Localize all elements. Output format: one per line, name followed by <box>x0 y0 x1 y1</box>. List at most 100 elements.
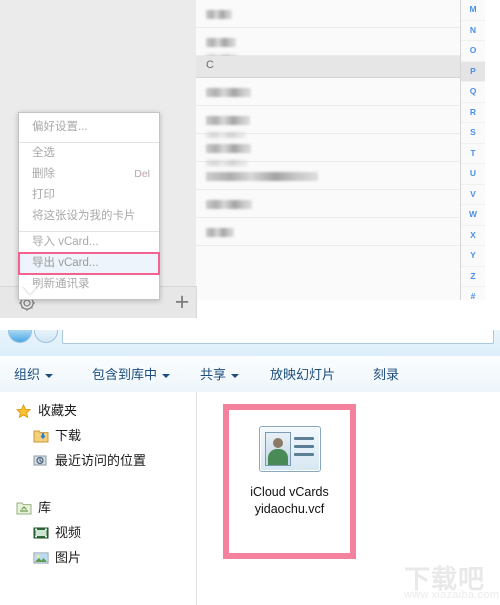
sidebar-item-label: 视频 <box>55 525 82 540</box>
windows-explorer-pane: 组织 包含到库中 共享 放映幻灯片 刻录 收藏夹下载最近访问的位置库视频图片 iClou… <box>0 330 500 605</box>
file-item-selected[interactable]: iCloud vCards yidaochu.vcf <box>223 404 356 559</box>
sidebar-item[interactable]: 最近访问的位置 <box>33 450 146 472</box>
vcard-text-line <box>294 445 314 448</box>
toolbar-item-label: 放映幻灯片 <box>270 367 336 382</box>
contact-name-redacted <box>206 172 318 182</box>
context-menu-item[interactable]: 导入 vCard... <box>19 231 159 253</box>
context-menu-item-label: 将这张设为我的卡片 <box>32 210 136 222</box>
chevron-down-icon <box>45 373 54 378</box>
alphabet-index-letter[interactable]: N <box>461 21 485 41</box>
toolbar-item[interactable]: 共享 <box>200 365 240 385</box>
explorer-navigation-pane[interactable]: 收藏夹下载最近访问的位置库视频图片 <box>0 392 197 605</box>
contacts-section-letter: C <box>206 59 214 71</box>
chevron-down-icon <box>231 373 240 378</box>
contact-name-redacted <box>206 88 251 98</box>
alphabet-index-letter[interactable]: R <box>461 103 485 123</box>
contact-row[interactable] <box>196 190 460 218</box>
vcard-photo-body <box>268 449 288 465</box>
back-arrow-icon[interactable] <box>8 330 32 343</box>
file-name-label: iCloud vCards yidaochu.vcf <box>233 484 346 518</box>
pictures-icon <box>33 550 50 566</box>
sidebar-item-label: 最近访问的位置 <box>55 453 147 468</box>
contact-name-redacted <box>206 228 234 238</box>
sidebar-item[interactable]: 图片 <box>33 547 81 569</box>
context-menu-item[interactable]: 删除 Del <box>19 164 159 185</box>
contacts-list[interactable]: C <box>196 0 461 300</box>
chevron-down-icon <box>162 373 171 378</box>
file-name-line-2: yidaochu.vcf <box>254 502 325 516</box>
context-menu-item-label: 全选 <box>32 147 55 159</box>
sidebar-item-label: 下载 <box>55 428 82 443</box>
context-menu-item-label: 导出 vCard... <box>32 257 99 269</box>
alphabet-index[interactable]: M N O P Q R S T U V W X Y Z # <box>461 0 485 308</box>
contact-name-redacted <box>206 200 252 210</box>
contact-row[interactable] <box>196 0 460 28</box>
context-menu-item-label: 偏好设置... <box>32 121 88 133</box>
contacts-list-shadow <box>196 300 485 318</box>
contact-row[interactable] <box>196 106 460 138</box>
alphabet-index-letter[interactable]: X <box>461 226 485 246</box>
sidebar-item[interactable]: 视频 <box>33 522 81 544</box>
alphabet-index-letter[interactable]: W <box>461 205 485 226</box>
toolbar-item-label: 共享 <box>200 367 227 382</box>
context-menu-item[interactable]: 偏好设置... <box>19 117 159 138</box>
contact-row[interactable] <box>196 162 460 190</box>
explorer-navigation-bar <box>0 330 500 357</box>
contact-row[interactable] <box>196 78 460 106</box>
address-bar[interactable] <box>62 330 494 344</box>
explorer-command-toolbar[interactable]: 组织 包含到库中 共享 放映幻灯片 刻录 <box>0 356 500 393</box>
context-menu-item[interactable]: 刷新通讯录 <box>19 274 159 295</box>
alphabet-index-letter[interactable]: P <box>461 61 485 82</box>
contacts-app-pane: C M N O P Q R S T U V W X Y Z # + 偏好设置... 全选删除 Del 打印将这张设… <box>0 0 500 318</box>
context-menu-item[interactable]: 将这张设为我的卡片 <box>19 206 159 227</box>
contacts-section-header: C <box>196 56 460 78</box>
file-name-line-1: iCloud vCards <box>250 485 329 499</box>
contact-row[interactable] <box>196 28 460 60</box>
alphabet-index-letter[interactable]: S <box>461 123 485 144</box>
vcard-contact-icon <box>259 426 321 472</box>
contact-row[interactable] <box>196 134 460 166</box>
context-menu-item[interactable]: 打印 <box>19 185 159 206</box>
library-folder-icon <box>16 500 33 516</box>
vcard-photo <box>265 432 291 466</box>
screenshot-divider <box>0 318 500 330</box>
alphabet-index-letter[interactable]: Y <box>461 246 485 267</box>
toolbar-item[interactable]: 组织 <box>14 365 54 385</box>
context-menu-item[interactable]: 全选 <box>19 142 159 164</box>
vcard-photo-head <box>273 438 283 448</box>
sidebar-group-label: 收藏夹 <box>38 403 78 418</box>
contacts-context-menu[interactable]: 偏好设置... 全选删除 Del 打印将这张设为我的卡片导入 vCard... 导出 v… <box>18 112 160 300</box>
alphabet-index-letter[interactable]: Q <box>461 82 485 103</box>
contact-name-redacted <box>206 10 232 20</box>
contact-name-redacted <box>206 38 236 48</box>
vcard-text-line <box>294 453 314 456</box>
toolbar-item-label: 组织 <box>14 367 41 382</box>
vcard-text-line <box>294 437 314 440</box>
add-contact-button[interactable]: + <box>170 289 194 315</box>
explorer-file-area[interactable]: iCloud vCards yidaochu.vcf <box>197 392 500 605</box>
alphabet-index-letter[interactable]: T <box>461 144 485 164</box>
sidebar-group-header[interactable]: 收藏夹 <box>15 400 78 422</box>
alphabet-index-letter[interactable]: U <box>461 164 485 185</box>
context-menu-item-label: 刷新通讯录 <box>32 278 90 290</box>
alphabet-index-letter[interactable]: M <box>461 0 485 21</box>
toolbar-item-label: 包含到库中 <box>92 367 158 382</box>
toolbar-item[interactable]: 包含到库中 <box>92 365 171 385</box>
alphabet-index-letter[interactable]: O <box>461 41 485 62</box>
context-menu-item-label: 删除 <box>32 168 55 180</box>
contact-row[interactable] <box>196 218 460 246</box>
sidebar-item-label: 图片 <box>55 550 82 565</box>
download-folder-icon <box>33 428 50 444</box>
recent-places-icon <box>33 453 50 469</box>
alphabet-index-letter[interactable]: Z <box>461 267 485 287</box>
forward-arrow-icon[interactable] <box>34 330 58 343</box>
star-icon <box>15 403 33 419</box>
video-icon <box>33 525 50 541</box>
sidebar-item[interactable]: 下载 <box>33 425 81 447</box>
alphabet-index-letter[interactable]: V <box>461 185 485 205</box>
context-menu-item-label: 打印 <box>32 189 55 201</box>
toolbar-item[interactable]: 刻录 <box>373 365 399 385</box>
context-menu-item[interactable]: 导出 vCard... <box>18 252 160 275</box>
toolbar-item[interactable]: 放映幻灯片 <box>270 365 335 385</box>
sidebar-group-header[interactable]: 库 <box>16 497 51 519</box>
